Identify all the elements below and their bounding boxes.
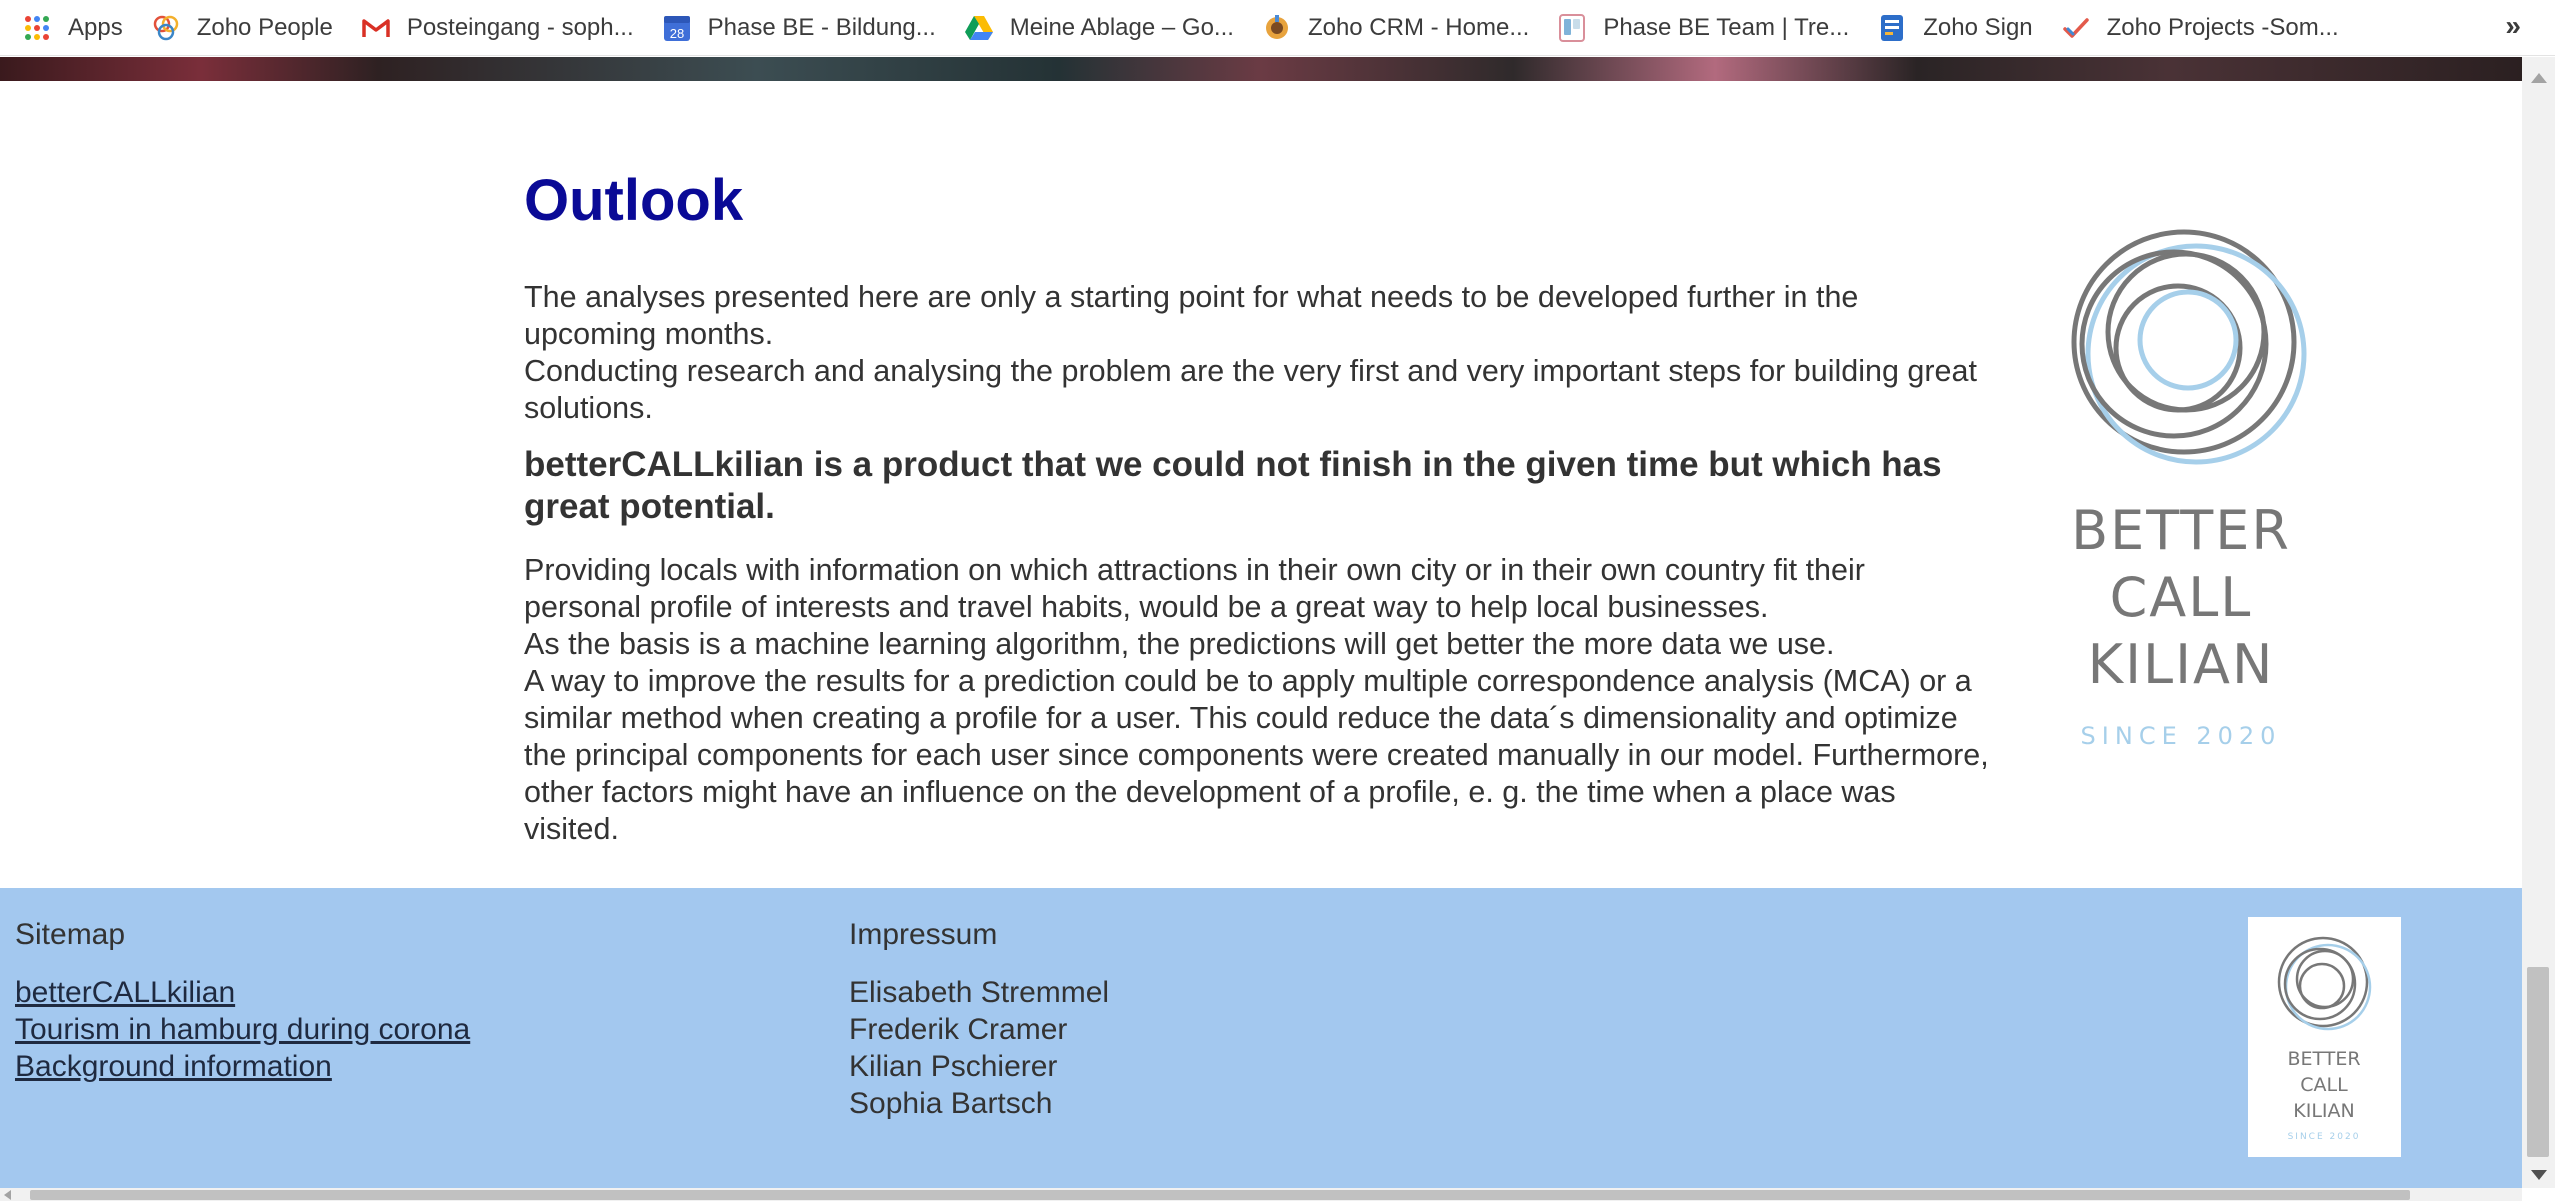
intro-text-line-2: Conducting research and analysing the pr…: [524, 354, 1977, 425]
svg-text:KILIAN: KILIAN: [2293, 1100, 2354, 1122]
scroll-left-arrow-icon[interactable]: [4, 1190, 11, 1200]
intro-text-line-1: The analyses presented here are only a s…: [524, 280, 1859, 351]
intro-paragraph: The analyses presented here are only a s…: [524, 279, 1989, 427]
bookmarks-bar: Apps Zoho People Posteingang - soph... 2…: [0, 0, 2555, 56]
svg-text:CALL: CALL: [2300, 1074, 2348, 1096]
gmail-icon: [361, 13, 391, 43]
bookmarks-overflow-button[interactable]: »: [2505, 10, 2521, 42]
bookmark-label: Zoho People: [196, 13, 333, 41]
svg-text:SINCE 2020: SINCE 2020: [2081, 722, 2282, 750]
bookmark-google-drive[interactable]: Meine Ablage – Go...: [950, 0, 1248, 56]
sitemap-link-tourism[interactable]: Tourism in hamburg during corona: [15, 1011, 470, 1048]
svg-text:28: 28: [669, 26, 683, 41]
details-text-line-1: Providing locals with information on whi…: [524, 553, 1865, 624]
brand-logo: BETTER CALL KILIAN SINCE 2020: [2046, 216, 2316, 756]
bookmark-label: Zoho Projects -Som...: [2106, 13, 2339, 41]
bookmark-label: Zoho CRM - Home...: [1307, 13, 1530, 41]
sitemap-link-home[interactable]: betterCALLkilian: [15, 974, 470, 1011]
bookmark-label: Meine Ablage – Go...: [1009, 13, 1234, 41]
svg-text:SINCE 2020: SINCE 2020: [2288, 1132, 2361, 1142]
bookmark-apps[interactable]: Apps: [0, 0, 137, 56]
bookmark-label: Zoho Sign: [1923, 13, 2033, 41]
team-member-name: Elisabeth Stremmel: [849, 976, 1110, 1009]
section-title: Outlook: [524, 168, 744, 233]
details-paragraph: Providing locals with information on whi…: [524, 552, 1989, 848]
bookmark-zoho-people[interactable]: Zoho People: [137, 0, 347, 56]
sitemap-link-background[interactable]: Background information: [15, 1048, 470, 1085]
footer-logo: BETTER CALL KILIAN SINCE 2020: [2248, 917, 2401, 1157]
bookmark-zoho-crm[interactable]: Zoho CRM - Home...: [1248, 0, 1543, 56]
impressum-heading: Impressum: [849, 918, 998, 951]
team-member-name: Sophia Bartsch: [849, 1087, 1053, 1120]
sitemap-links: betterCALLkilian Tourism in hamburg duri…: [15, 974, 470, 1085]
svg-text:BETTER: BETTER: [2071, 499, 2291, 562]
zoho-crm-icon: [1262, 13, 1292, 43]
bookmark-zoho-sign[interactable]: Zoho Sign: [1863, 0, 2046, 56]
svg-text:BETTER: BETTER: [2287, 1048, 2360, 1070]
highlight-statement: betterCALLkilian is a product that we co…: [524, 445, 1942, 526]
apps-grid-icon: [22, 13, 52, 43]
bookmark-zoho-projects[interactable]: Zoho Projects -Som...: [2047, 0, 2353, 56]
trello-icon: [1557, 13, 1587, 43]
svg-text:CALL: CALL: [2110, 566, 2253, 629]
vertical-scroll-thumb[interactable]: [2527, 967, 2549, 1157]
google-drive-icon: [964, 13, 994, 43]
zoho-sign-icon: [1877, 13, 1907, 43]
team-member-name: Kilian Pschierer: [849, 1050, 1058, 1083]
horizontal-scrollbar[interactable]: [0, 1188, 2522, 1201]
bookmark-label: Posteingang - soph...: [406, 13, 634, 41]
vertical-scrollbar[interactable]: [2522, 57, 2555, 1188]
sitemap-heading: Sitemap: [15, 918, 126, 951]
hero-image: [0, 57, 2522, 81]
bookmark-trello[interactable]: Phase BE Team | Tre...: [1543, 0, 1863, 56]
site-footer: Sitemap betterCALLkilian Tourism in hamb…: [0, 888, 2522, 1188]
horizontal-scroll-thumb[interactable]: [30, 1190, 2410, 1200]
team-member-name: Frederik Cramer: [849, 1013, 1068, 1046]
details-text-line-2: As the basis is a machine learning algor…: [524, 627, 1835, 661]
bookmark-label: Phase BE - Bildung...: [707, 13, 936, 41]
scroll-down-arrow-icon[interactable]: [2531, 1170, 2547, 1180]
details-text-line-3: A way to improve the results for a predi…: [524, 664, 1989, 846]
bookmark-label: Phase BE Team | Tre...: [1603, 13, 1850, 41]
bookmark-gmail[interactable]: Posteingang - soph...: [347, 0, 648, 56]
scroll-up-arrow-icon[interactable]: [2531, 73, 2547, 83]
zoho-people-icon: [151, 13, 181, 43]
svg-text:KILIAN: KILIAN: [2088, 633, 2275, 696]
impressum-names: Elisabeth Stremmel Frederik Cramer Kilia…: [849, 974, 1109, 1122]
bookmark-label: Apps: [68, 13, 123, 41]
bookmark-calendar[interactable]: 28 Phase BE - Bildung...: [648, 0, 950, 56]
calendar-icon: 28: [662, 13, 692, 43]
zoho-projects-icon: [2061, 13, 2091, 43]
